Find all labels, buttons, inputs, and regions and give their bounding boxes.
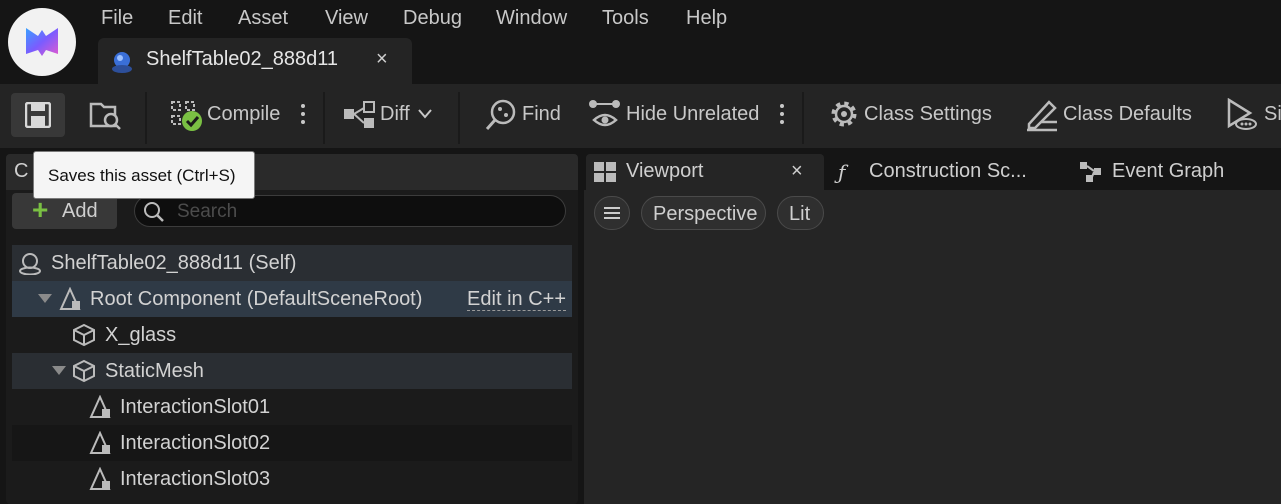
expand-arrow-icon[interactable] bbox=[38, 294, 52, 303]
app-logo[interactable] bbox=[8, 8, 76, 76]
menu-view[interactable]: View bbox=[325, 4, 368, 32]
component-search-field[interactable] bbox=[134, 195, 566, 227]
menu-file[interactable]: File bbox=[101, 4, 133, 32]
menu-tools[interactable]: Tools bbox=[602, 4, 649, 32]
tree-row-interactionslot03[interactable]: InteractionSlot03 bbox=[12, 461, 572, 497]
class-defaults-icon[interactable] bbox=[1025, 98, 1059, 132]
components-panel-title: C bbox=[14, 160, 29, 182]
tree-row-interactionslot01[interactable]: InteractionSlot01 bbox=[12, 389, 572, 425]
scene-component-icon bbox=[89, 395, 111, 418]
simulate-button[interactable]: Si bbox=[1264, 103, 1281, 126]
tab-construction-label: Construction Sc... bbox=[869, 160, 1027, 182]
close-icon[interactable]: × bbox=[376, 48, 388, 71]
tree-row-label: StaticMesh bbox=[105, 360, 204, 382]
tree-row-label: X_glass bbox=[105, 324, 177, 346]
document-tab-title: ShelfTable02_888d11 bbox=[146, 48, 339, 70]
compile-button[interactable]: Compile bbox=[207, 103, 280, 126]
tree-row-label: InteractionSlot03 bbox=[120, 468, 271, 490]
viewport-options-button[interactable] bbox=[594, 196, 630, 230]
tree-row-root-component[interactable]: Root Component (DefaultSceneRoot) Edit i… bbox=[12, 281, 572, 317]
tab-construction-script[interactable]: ƒ Construction Sc... bbox=[830, 154, 1065, 190]
tree-row-label: Root Component (DefaultSceneRoot) bbox=[90, 288, 423, 310]
menu-help[interactable]: Help bbox=[686, 4, 727, 32]
save-icon bbox=[25, 102, 51, 128]
unreal-logo-icon bbox=[26, 28, 58, 56]
hide-unrelated-options-icon[interactable] bbox=[780, 104, 784, 128]
tree-row-label: ShelfTable02_888d11 (Self) bbox=[51, 252, 297, 274]
gear-icon[interactable] bbox=[828, 98, 860, 130]
add-component-label: Add bbox=[62, 200, 98, 222]
static-mesh-icon bbox=[73, 359, 95, 383]
search-input[interactable] bbox=[175, 199, 559, 225]
edit-in-cpp-link[interactable]: Edit in C++ bbox=[467, 288, 566, 311]
close-icon[interactable]: × bbox=[791, 160, 803, 183]
diff-button[interactable]: Diff bbox=[380, 103, 410, 126]
tab-viewport[interactable]: Viewport × bbox=[586, 154, 824, 190]
viewport-icon bbox=[594, 162, 616, 182]
scene-component-icon bbox=[89, 467, 111, 490]
tree-row-staticmesh[interactable]: StaticMesh bbox=[12, 353, 572, 389]
expand-arrow-icon[interactable] bbox=[52, 366, 66, 375]
find-button[interactable]: Find bbox=[522, 103, 561, 126]
lit-label: Lit bbox=[789, 203, 811, 225]
search-icon bbox=[144, 202, 164, 222]
find-icon[interactable] bbox=[484, 98, 518, 132]
tab-event-graph-label: Event Graph bbox=[1112, 160, 1225, 182]
hamburger-icon bbox=[604, 207, 620, 219]
scene-component-icon bbox=[59, 287, 81, 310]
menu-debug[interactable]: Debug bbox=[403, 4, 462, 32]
tab-event-graph[interactable]: Event Graph bbox=[1072, 154, 1281, 190]
tree-row-x-glass[interactable]: X_glass bbox=[12, 317, 572, 353]
scene-component-icon bbox=[89, 431, 111, 454]
tab-viewport-label: Viewport bbox=[626, 160, 704, 182]
blueprint-icon bbox=[112, 52, 132, 73]
tree-row-interactionslot02[interactable]: InteractionSlot02 bbox=[12, 425, 572, 461]
perspective-label: Perspective bbox=[653, 203, 758, 225]
class-defaults-button[interactable]: Class Defaults bbox=[1063, 103, 1192, 126]
actor-icon bbox=[19, 253, 41, 275]
diff-icon[interactable] bbox=[342, 98, 378, 132]
tree-row-self[interactable]: ShelfTable02_888d11 (Self) bbox=[12, 245, 572, 281]
document-tab[interactable]: ShelfTable02_888d11 × bbox=[98, 38, 412, 84]
tooltip-text: Saves this asset (Ctrl+S) bbox=[48, 166, 236, 185]
perspective-button[interactable]: Perspective bbox=[641, 196, 766, 230]
save-tooltip: Saves this asset (Ctrl+S) bbox=[33, 151, 255, 199]
menu-edit[interactable]: Edit bbox=[168, 4, 202, 32]
menu-window[interactable]: Window bbox=[496, 4, 567, 32]
function-icon: ƒ bbox=[838, 160, 846, 184]
menu-asset[interactable]: Asset bbox=[238, 4, 288, 32]
chevron-down-icon[interactable] bbox=[418, 109, 432, 119]
static-mesh-icon bbox=[73, 323, 95, 347]
lit-button[interactable]: Lit bbox=[777, 196, 824, 230]
browse-asset-icon[interactable] bbox=[89, 98, 123, 132]
hide-unrelated-icon[interactable] bbox=[588, 98, 622, 132]
tree-row-label: InteractionSlot01 bbox=[120, 396, 271, 418]
event-graph-icon bbox=[1080, 162, 1101, 182]
toolbar: Compile Diff Find Hide Unrelated Class S… bbox=[0, 84, 1281, 148]
simulate-icon[interactable] bbox=[1226, 98, 1260, 132]
plus-icon: + bbox=[32, 194, 49, 225]
compile-icon[interactable] bbox=[170, 98, 204, 132]
tree-row-label: InteractionSlot02 bbox=[120, 432, 271, 454]
save-button[interactable] bbox=[11, 93, 65, 137]
compile-options-icon[interactable] bbox=[301, 104, 305, 128]
class-settings-button[interactable]: Class Settings bbox=[864, 103, 992, 126]
hide-unrelated-button[interactable]: Hide Unrelated bbox=[626, 103, 759, 126]
